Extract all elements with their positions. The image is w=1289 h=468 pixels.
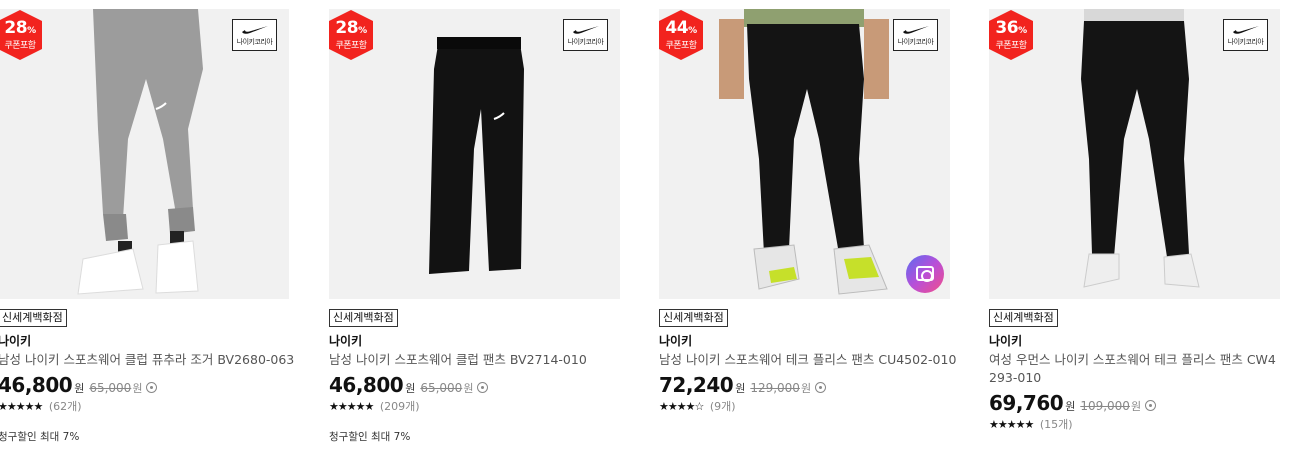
review-count[interactable]: (62개) — [49, 400, 82, 413]
camera-icon — [916, 266, 934, 282]
price-unit: 원 — [74, 382, 85, 395]
brand-name: 나이키 — [329, 334, 363, 348]
product-image[interactable]: 44% 쿠폰포함 나이키코리아 — [659, 9, 950, 299]
nike-logo: 나이키코리아 — [563, 19, 608, 51]
club-pants-image — [329, 9, 620, 299]
original-price-unit: 원 — [1130, 400, 1142, 413]
original-price: 109,000 — [1080, 399, 1130, 413]
nike-logo: 나이키코리아 — [1223, 19, 1268, 51]
nike-logo: 나이키코리아 — [893, 19, 938, 51]
price-unit: 원 — [735, 382, 746, 395]
review-count[interactable]: (15개) — [1040, 418, 1073, 431]
price-row: 69,760 원 109,000 원 — [989, 391, 1280, 415]
brand-name: 나이키 — [989, 334, 1023, 348]
product-image[interactable]: 36% 쿠폰포함 나이키코리아 — [989, 9, 1280, 299]
store-tag: 신세계백화점 — [659, 309, 728, 327]
swoosh-icon — [903, 26, 929, 34]
card-discount: 청구할인 최대 7% — [0, 431, 80, 443]
brand-name: 나이키 — [0, 334, 32, 348]
brand-name: 나이키 — [659, 334, 693, 348]
rating-row: ★★★★★ (209개) — [329, 399, 620, 414]
product-image[interactable]: 28% 쿠폰포함 나이키코리아 — [329, 9, 620, 299]
original-price: 65,000 — [420, 381, 463, 395]
product-image[interactable]: 28% 쿠폰포함 나이키코리아 — [0, 9, 289, 299]
product-title[interactable]: 남성 나이키 스포츠웨어 클럽 퓨추라 조거 BV2680-063 — [0, 351, 294, 369]
sale-price: 46,800 — [329, 373, 404, 397]
price-row: 46,800 원 65,000 원 — [0, 373, 289, 397]
original-price-unit: 원 — [800, 382, 812, 395]
rating-row: ★★★★★ (15개) — [989, 417, 1280, 432]
original-price-unit: 원 — [132, 382, 143, 395]
star-rating-icon: ★★★★★ — [0, 400, 43, 413]
tech-fleece-pants-image — [659, 9, 950, 299]
photo-review-button[interactable] — [906, 255, 944, 293]
review-count[interactable]: (209개) — [380, 400, 420, 413]
sale-price: 72,240 — [659, 373, 734, 397]
product-card[interactable]: 28% 쿠폰포함 나이키코리아 신세계백화점 나이키 남성 나이키 스포츠웨어 … — [329, 9, 620, 444]
price-unit: 원 — [405, 382, 416, 395]
price-row: 72,240 원 129,000 원 — [659, 373, 950, 397]
nike-logo: 나이키코리아 — [232, 19, 277, 51]
card-discount: 청구할인 최대 7% — [329, 431, 411, 443]
rating-row: ★★★★★ (62개) — [0, 399, 289, 414]
swoosh-icon — [1233, 26, 1259, 34]
price-unit: 원 — [1065, 400, 1076, 413]
swoosh-icon — [242, 26, 268, 34]
product-card[interactable]: 36% 쿠폰포함 나이키코리아 신세계백화점 나이키 여성 우먼스 나이키 스포… — [989, 9, 1280, 448]
store-tag: 신세계백화점 — [0, 309, 67, 327]
price-info-icon[interactable] — [815, 382, 827, 393]
price-info-icon[interactable] — [477, 382, 489, 393]
product-title[interactable]: 여성 우먼스 나이키 스포츠웨어 테크 플리스 팬츠 CW4293-010 — [989, 351, 1283, 387]
star-rating-icon: ★★★★★ — [329, 400, 374, 413]
price-info-icon[interactable] — [146, 382, 158, 393]
sale-price: 69,760 — [989, 391, 1064, 415]
rating-row: ★★★★☆ (9개) — [659, 399, 950, 414]
product-card[interactable]: 44% 쿠폰포함 나이키코리아 신세계백화점 나이키 남성 나이키 스포츠웨어 … — [659, 9, 956, 430]
store-tag: 신세계백화점 — [989, 309, 1058, 327]
store-tag: 신세계백화점 — [329, 309, 398, 327]
star-rating-icon: ★★★★☆ — [659, 400, 704, 413]
sale-price: 46,800 — [0, 373, 73, 397]
original-price-unit: 원 — [463, 382, 474, 395]
product-title[interactable]: 남성 나이키 스포츠웨어 클럽 팬츠 BV2714-010 — [329, 351, 620, 369]
product-card[interactable]: 28% 쿠폰포함 나이키코리아 신세계백화점 나이키 남성 나이키 스포츠웨어 … — [0, 9, 294, 444]
product-title[interactable]: 남성 나이키 스포츠웨어 테크 플리스 팬츠 CU4502-010 — [659, 351, 956, 369]
original-price: 129,000 — [750, 381, 800, 395]
swoosh-icon — [573, 26, 599, 34]
star-rating-icon: ★★★★★ — [989, 418, 1034, 431]
price-info-icon[interactable] — [1145, 400, 1157, 411]
original-price: 65,000 — [89, 381, 132, 395]
jogger-pants-image — [0, 9, 289, 299]
review-count[interactable]: (9개) — [710, 400, 736, 413]
womens-tech-fleece-pants-image — [989, 9, 1280, 299]
price-row: 46,800 원 65,000 원 — [329, 373, 620, 397]
